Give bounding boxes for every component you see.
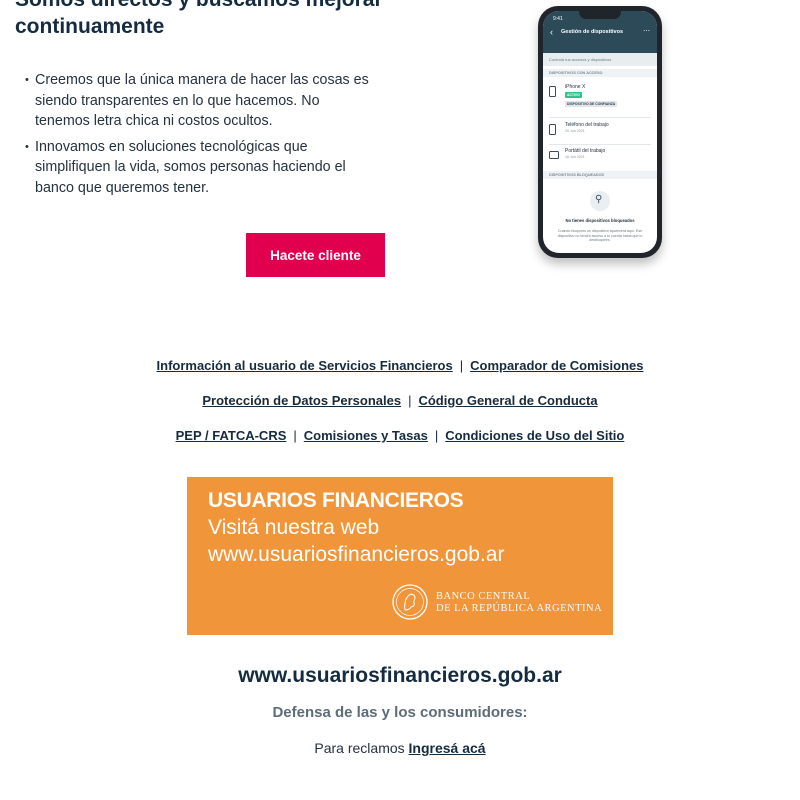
link-pep-fatca[interactable]: PEP / FATCA-CRS <box>176 428 287 443</box>
usuarios-financieros-banner[interactable]: USUARIOS FINANCIEROS Visitá nuestra web … <box>187 477 613 635</box>
empty-state-illustration: ⚲ <box>590 191 610 211</box>
device-date: 16 Jun 2021 <box>565 155 585 159</box>
link-separator: | <box>434 428 439 443</box>
link-separator: | <box>293 428 297 443</box>
defensa-consumidores: Defensa de las y los consumidores: <box>272 704 528 721</box>
device-name: iPhone X <box>565 84 586 90</box>
bcra-name: BANCO CENTRAL DE LA REPÚBLICA ARGENTINA <box>436 591 602 615</box>
more-icon: ⋯ <box>643 28 650 35</box>
empty-text: Cuando bloquees un dispositivo aparecerá… <box>557 229 643 242</box>
device-name: Teléfono del trabajo <box>565 122 609 128</box>
status-badge: ACTIVO <box>565 92 582 98</box>
section-access-label: DISPOSITIVOS CON ACCESO <box>549 71 603 75</box>
phone-screen: 9:41 ‹ Gestión de dispositivos ⋯ Control… <box>543 11 657 253</box>
link-proteccion-datos[interactable]: Protección de Datos Personales <box>202 393 401 408</box>
device-item: iPhone X ACTIVO DISPOSITIVO DE CONFIANZA <box>549 84 651 114</box>
phone-time: 9:41 <box>553 16 563 22</box>
links-row-3: PEP / FATCA-CRS | Comisiones y Tasas | Condi… <box>0 428 800 443</box>
phone-icon <box>549 86 556 97</box>
device-item: Portátil del trabajo 16 Jun 2021 <box>549 148 651 168</box>
hero-bullets: Creemos que la única manera de hacer las… <box>25 70 375 203</box>
hero-title: Somos directos y buscamos mejorar contin… <box>15 0 383 38</box>
hacete-cliente-button[interactable]: Hacete cliente <box>246 233 385 277</box>
phone-notch <box>579 11 621 19</box>
divider <box>549 117 651 118</box>
link-comparador-comisiones[interactable]: Comparador de Comisiones <box>470 358 643 373</box>
section-blocked-header: DISPOSITIVOS BLOQUEADOS <box>543 171 657 179</box>
phone-icon <box>549 124 556 135</box>
bcra-name-line2: DE LA REPÚBLICA ARGENTINA <box>436 603 603 614</box>
site-url-heading: www.usuariosfinancieros.gob.ar <box>238 664 562 687</box>
links-row-2: Protección de Datos Personales | Código Ge… <box>0 393 800 408</box>
bullet-item: Creemos que la única manera de hacer las… <box>25 70 375 132</box>
bullet-item: Innovamos en soluciones tecnológicas que… <box>25 137 375 199</box>
reclamos-line: Para reclamos Ingresá acá <box>0 740 800 756</box>
trust-badge: DISPOSITIVO DE CONFIANZA <box>565 101 618 107</box>
phone-screen-title: Gestión de dispositivos <box>561 29 624 35</box>
chevron-left-icon: ‹ <box>550 27 553 37</box>
device-name: Portátil del trabajo <box>565 148 606 154</box>
banner-url: www.usuariosfinancieros.gob.ar <box>208 543 505 566</box>
device-item: Teléfono del trabajo 20 Jun 2021 <box>549 122 651 142</box>
phone-mockup: 9:41 ‹ Gestión de dispositivos ⋯ Control… <box>538 6 662 258</box>
search-icon: ⚲ <box>595 194 603 205</box>
laptop-icon <box>549 151 559 159</box>
bcra-seal-icon <box>392 584 428 620</box>
device-date: 20 Jun 2021 <box>565 129 585 133</box>
phone-subtitle: Controlá tus accesos y dispositivos <box>549 57 612 62</box>
empty-title: No tienes dispositivos bloqueados <box>565 218 635 223</box>
link-condiciones-uso[interactable]: Condiciones de Uso del Sitio <box>445 428 624 443</box>
banner-subtitle: Visitá nuestra web <box>208 516 380 539</box>
section-blocked-label: DISPOSITIVOS BLOQUEADOS <box>549 173 605 177</box>
phone-subtitle-bar: Controlá tus accesos y dispositivos <box>543 53 657 66</box>
link-comisiones-tasas[interactable]: Comisiones y Tasas <box>304 428 428 443</box>
link-separator: | <box>459 358 464 373</box>
section-access-header: DISPOSITIVOS CON ACCESO <box>543 69 657 77</box>
link-informacion-usuario[interactable]: Información al usuario de Servicios Fina… <box>157 358 453 373</box>
reclamos-prefix: Para reclamos <box>314 740 409 756</box>
ingresa-aca-link[interactable]: Ingresá acá <box>409 740 486 756</box>
divider <box>549 144 651 145</box>
link-codigo-conducta[interactable]: Código General de Conducta <box>418 393 597 408</box>
link-separator: | <box>408 393 412 408</box>
banner-title: USUARIOS FINANCIEROS <box>208 489 464 512</box>
bcra-name-line1: BANCO CENTRAL <box>436 591 531 602</box>
links-row-1: Información al usuario de Servicios Fina… <box>0 358 800 373</box>
